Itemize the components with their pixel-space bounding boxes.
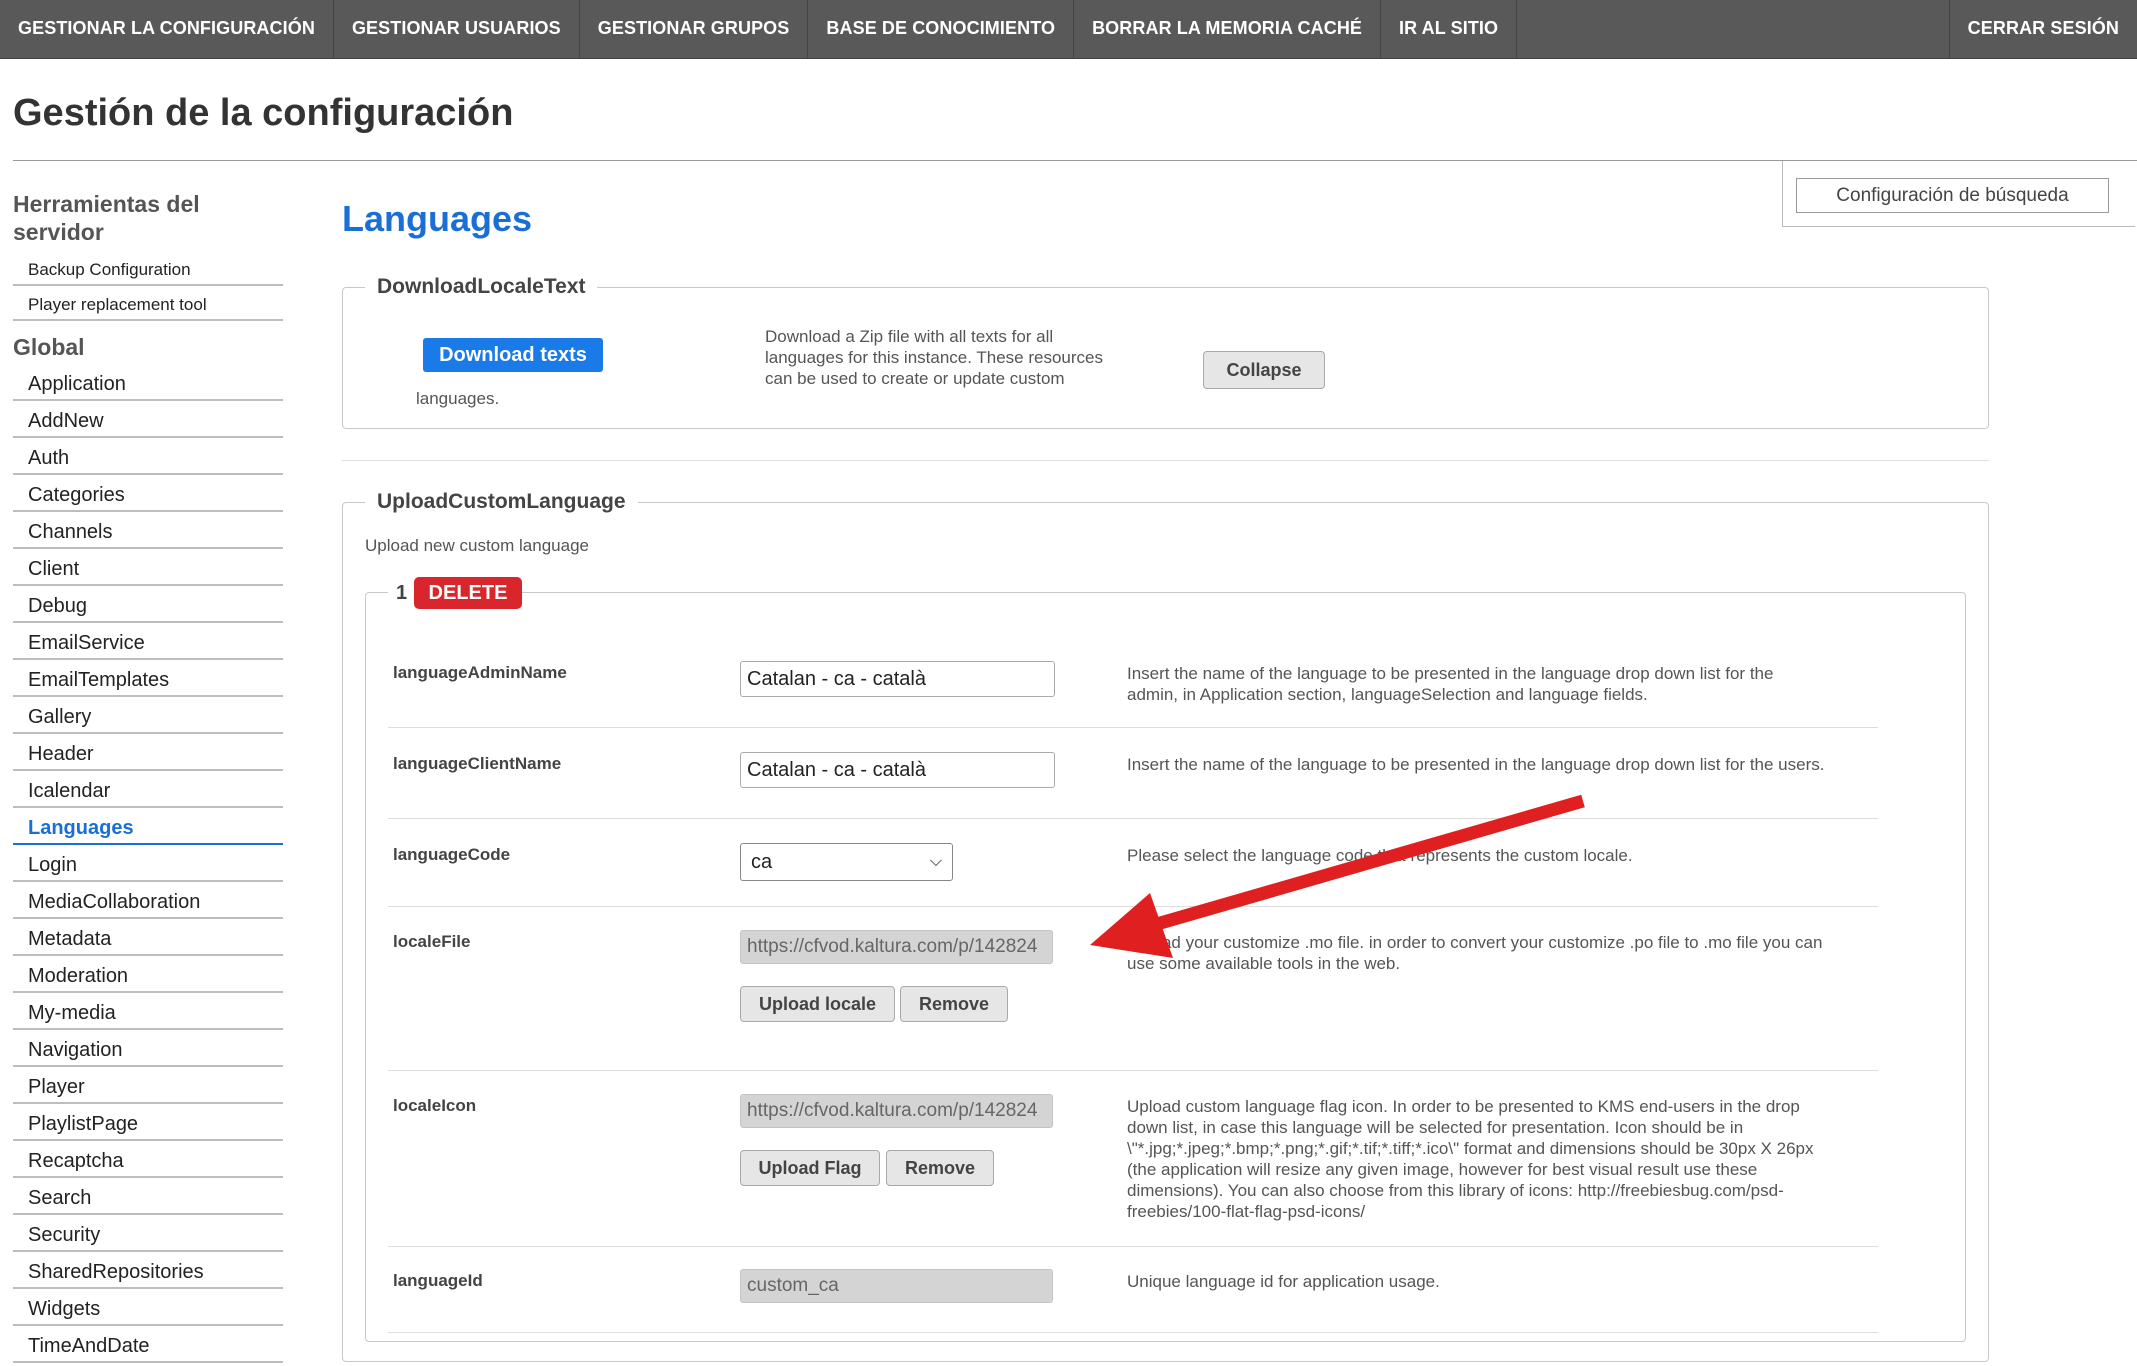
sidebar-item-client[interactable]: Client bbox=[13, 552, 283, 586]
sidebar: Herramientas del servidor Backup Configu… bbox=[13, 190, 283, 1366]
locale-icon-input bbox=[740, 1094, 1053, 1128]
label-locale-icon: localeIcon bbox=[393, 1096, 477, 1115]
sidebar-item-debug[interactable]: Debug bbox=[13, 589, 283, 623]
nav-logout[interactable]: CERRAR SESIÓN bbox=[1948, 0, 2137, 58]
sidebar-item-login[interactable]: Login bbox=[13, 848, 283, 882]
sidebar-item-emailservice[interactable]: EmailService bbox=[13, 626, 283, 660]
sidebar-item-my-media[interactable]: My-media bbox=[13, 996, 283, 1030]
download-languages-suffix: languages. bbox=[416, 389, 500, 408]
nav-clear-cache[interactable]: BORRAR LA MEMORIA CACHÉ bbox=[1074, 0, 1382, 58]
sidebar-heading-server-tools: Herramientas del servidor bbox=[13, 191, 200, 245]
language-client-name-input[interactable] bbox=[740, 752, 1055, 788]
help-language-client-name: Insert the name of the language to be pr… bbox=[1127, 755, 1825, 774]
row-divider bbox=[388, 1246, 1878, 1247]
sidebar-item-navigation[interactable]: Navigation bbox=[13, 1033, 283, 1067]
sidebar-item-recaptcha[interactable]: Recaptcha bbox=[13, 1144, 283, 1178]
sidebar-item-moderation[interactable]: Moderation bbox=[13, 959, 283, 993]
collapse-button[interactable]: Collapse bbox=[1203, 351, 1325, 389]
sidebar-item-backup-configuration[interactable]: Backup Configuration bbox=[13, 254, 283, 286]
delete-button[interactable]: DELETE bbox=[414, 577, 522, 609]
help-language-code: Please select the language code that rep… bbox=[1127, 846, 1633, 865]
sidebar-item-sharedrepositories[interactable]: SharedRepositories bbox=[13, 1255, 283, 1289]
search-config-panel: Configuración de búsqueda bbox=[1782, 161, 2135, 227]
sidebar-item-channels[interactable]: Channels bbox=[13, 515, 283, 549]
language-id-input bbox=[740, 1269, 1053, 1303]
section-divider bbox=[342, 460, 1989, 461]
upload-locale-button[interactable]: Upload locale bbox=[740, 986, 895, 1022]
language-admin-name-input[interactable] bbox=[740, 661, 1055, 697]
top-navigation: GESTIONAR LA CONFIGURACIÓN GESTIONAR USU… bbox=[0, 0, 2137, 59]
sidebar-item-timeanddate[interactable]: TimeAndDate bbox=[13, 1329, 283, 1363]
remove-locale-button[interactable]: Remove bbox=[900, 986, 1008, 1022]
locale-file-input bbox=[740, 930, 1053, 964]
download-locale-fieldset: DownloadLocaleText Download texts langua… bbox=[342, 274, 1989, 429]
sidebar-item-widgets[interactable]: Widgets bbox=[13, 1292, 283, 1326]
upload-custom-language-legend: UploadCustomLanguage bbox=[365, 489, 638, 515]
nav-manage-config[interactable]: GESTIONAR LA CONFIGURACIÓN bbox=[0, 0, 334, 58]
custom-language-item-legend: 1 DELETE bbox=[388, 577, 522, 609]
sidebar-item-application[interactable]: Application bbox=[13, 367, 283, 401]
row-divider bbox=[388, 906, 1878, 907]
label-locale-file: localeFile bbox=[393, 932, 471, 951]
chevron-down-icon: ⌵ bbox=[929, 853, 942, 870]
download-locale-legend: DownloadLocaleText bbox=[365, 274, 598, 300]
nav-go-to-site[interactable]: IR AL SITIO bbox=[1381, 0, 1518, 58]
upload-flag-button[interactable]: Upload Flag bbox=[740, 1150, 880, 1186]
language-code-select[interactable]: ca ⌵ bbox=[740, 843, 953, 881]
sidebar-item-search[interactable]: Search bbox=[13, 1181, 283, 1215]
upload-custom-language-fieldset: UploadCustomLanguage Upload new custom l… bbox=[342, 489, 1989, 1362]
upload-subtitle: Upload new custom language bbox=[365, 536, 589, 555]
sidebar-item-addnew[interactable]: AddNew bbox=[13, 404, 283, 438]
section-title: Languages bbox=[342, 198, 533, 239]
label-language-code: languageCode bbox=[393, 845, 511, 864]
sidebar-item-player[interactable]: Player bbox=[13, 1070, 283, 1104]
sidebar-item-mediacollaboration[interactable]: MediaCollaboration bbox=[13, 885, 283, 919]
sidebar-item-languages[interactable]: Languages bbox=[13, 811, 283, 845]
item-number: 1 bbox=[396, 582, 408, 604]
label-language-client-name: languageClientName bbox=[393, 754, 562, 773]
help-locale-file: Upload your customize .mo file. in order… bbox=[1127, 933, 1823, 973]
row-divider bbox=[388, 1070, 1878, 1071]
sidebar-item-categories[interactable]: Categories bbox=[13, 478, 283, 512]
sidebar-item-gallery[interactable]: Gallery bbox=[13, 700, 283, 734]
remove-flag-button[interactable]: Remove bbox=[886, 1150, 994, 1186]
help-language-admin-name: Insert the name of the language to be pr… bbox=[1127, 664, 1774, 704]
download-description: Download a Zip file with all texts for a… bbox=[765, 327, 1103, 388]
sidebar-item-icalendar[interactable]: Icalendar bbox=[13, 774, 283, 808]
sidebar-item-security[interactable]: Security bbox=[13, 1218, 283, 1252]
sidebar-heading-global: Global bbox=[13, 334, 85, 360]
language-code-value: ca bbox=[751, 851, 773, 873]
nav-manage-users[interactable]: GESTIONAR USUARIOS bbox=[334, 0, 580, 58]
row-divider bbox=[388, 818, 1878, 819]
page-title: Gestión de la configuración bbox=[13, 92, 514, 134]
help-locale-icon: Upload custom language flag icon. In ord… bbox=[1127, 1097, 1814, 1221]
nav-knowledge-base[interactable]: BASE DE CONOCIMIENTO bbox=[808, 0, 1075, 58]
search-config-button[interactable]: Configuración de búsqueda bbox=[1796, 178, 2109, 213]
label-language-id: languageId bbox=[393, 1271, 483, 1290]
sidebar-item-header[interactable]: Header bbox=[13, 737, 283, 771]
sidebar-item-auth[interactable]: Auth bbox=[13, 441, 283, 475]
sidebar-item-playlistpage[interactable]: PlaylistPage bbox=[13, 1107, 283, 1141]
custom-language-item: 1 DELETE languageAdminName Insert the na… bbox=[365, 577, 1966, 1342]
sidebar-item-player-replacement-tool[interactable]: Player replacement tool bbox=[13, 289, 283, 321]
nav-manage-groups[interactable]: GESTIONAR GRUPOS bbox=[580, 0, 809, 58]
help-language-id: Unique language id for application usage… bbox=[1127, 1272, 1440, 1291]
row-divider bbox=[388, 1332, 1878, 1333]
download-texts-button[interactable]: Download texts bbox=[423, 338, 603, 372]
sidebar-item-emailtemplates[interactable]: EmailTemplates bbox=[13, 663, 283, 697]
sidebar-item-metadata[interactable]: Metadata bbox=[13, 922, 283, 956]
row-divider bbox=[388, 727, 1878, 728]
label-language-admin-name: languageAdminName bbox=[393, 663, 567, 682]
